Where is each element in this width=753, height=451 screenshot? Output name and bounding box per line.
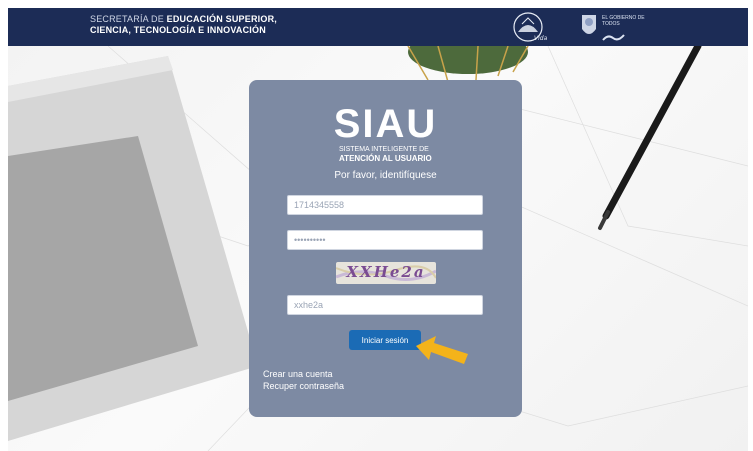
create-account-link[interactable]: Crear una cuenta xyxy=(263,369,333,379)
pen-image xyxy=(598,46,702,230)
captcha-image: XXHe2a xyxy=(336,262,436,284)
captcha-text: XXHe2a xyxy=(346,263,426,281)
password-input[interactable] xyxy=(287,230,483,250)
laptop-image xyxy=(8,56,258,441)
svg-text:Vida: Vida xyxy=(534,35,548,42)
government-logo: EL GOBIERNO DE TODOS xyxy=(578,11,648,43)
org-name-line2: CIENCIA, TECNOLOGÍA E INNOVACIÓN xyxy=(90,25,266,35)
recover-password-link[interactable]: Recuper contraseña xyxy=(263,381,344,391)
wave-icon xyxy=(602,34,625,41)
brand-subtitle-2: ATENCIÓN AL USUARIO xyxy=(339,154,432,163)
login-card: SIAU SISTEMA INTELIGENTE DE ATENCIÓN AL … xyxy=(249,80,522,417)
government-logo-text: EL GOBIERNO DE TODOS xyxy=(602,15,645,27)
top-strip xyxy=(0,0,753,8)
login-prompt: Por favor, identifíquese xyxy=(334,170,437,181)
brand-subtitle-1: SISTEMA INTELIGENTE DE xyxy=(339,146,429,153)
login-button[interactable]: Iniciar sesión xyxy=(349,330,421,350)
coat-of-arms-icon xyxy=(582,15,596,34)
org-name-prefix: SECRETARÍA DE xyxy=(90,14,164,24)
siau-logo: SIAU SISTEMA INTELIGENTE DE ATENCIÓN AL … xyxy=(249,104,522,163)
plant-image xyxy=(407,46,529,83)
brand-title: SIAU xyxy=(333,102,438,146)
education-seal-icon: Vida xyxy=(513,12,548,42)
captcha-input[interactable] xyxy=(287,295,483,315)
header-bar: SECRETARÍA DE EDUCACIÓN SUPERIOR, CIENCI… xyxy=(8,8,748,46)
username-input[interactable] xyxy=(287,195,483,215)
org-name-highlight: EDUCACIÓN SUPERIOR, xyxy=(166,14,277,24)
arrow-pointer-icon xyxy=(416,336,468,364)
organization-name: SECRETARÍA DE EDUCACIÓN SUPERIOR, CIENCI… xyxy=(90,14,277,36)
